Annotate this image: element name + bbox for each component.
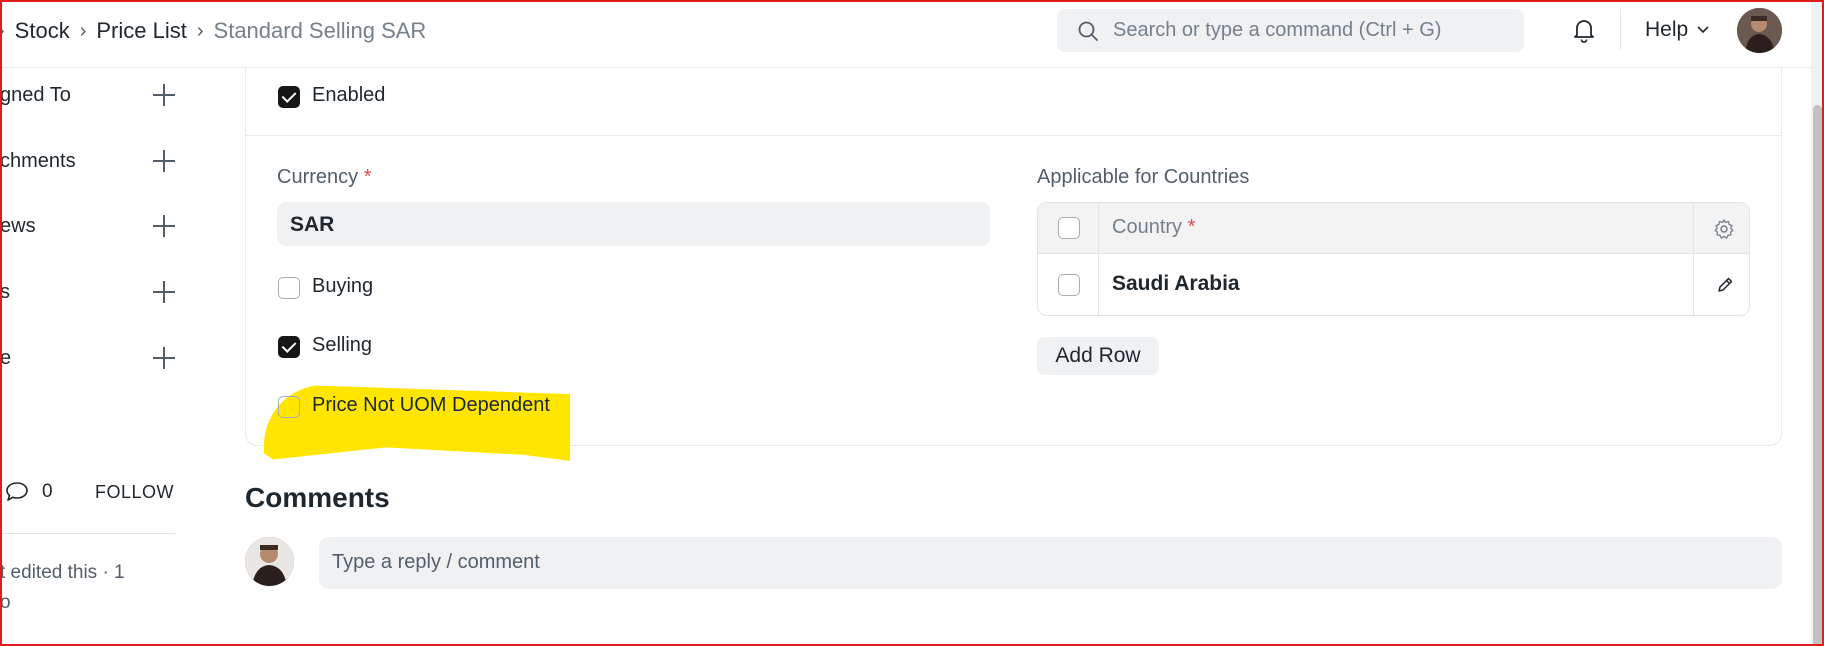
sidebar-item-share[interactable]: e — [0, 340, 175, 376]
select-all-checkbox[interactable] — [1058, 217, 1080, 239]
sidebar-item-attachments[interactable]: chments — [0, 143, 175, 179]
activity-line: t edited this · 1 — [0, 562, 125, 583]
edit-icon[interactable] — [1715, 275, 1735, 295]
column-divider — [1098, 203, 1099, 315]
buying-label: Buying — [312, 275, 374, 297]
sidebar-item-reviews[interactable]: ews — [0, 208, 175, 244]
activity-text: t edited this · 1 o — [0, 558, 175, 618]
search-input[interactable]: Search or type a command (Ctrl + G) — [1113, 19, 1441, 42]
search-bar[interactable]: Search or type a command (Ctrl + G) — [1057, 9, 1524, 52]
sidebar-item-label: e — [0, 346, 12, 369]
price-not-uom-dependent-label: Price Not UOM Dependent — [312, 394, 550, 416]
breadcrumb-current: Standard Selling SAR — [213, 18, 427, 43]
column-divider — [1693, 203, 1694, 315]
sidebar-divider — [0, 533, 175, 534]
plus-icon[interactable] — [153, 347, 175, 369]
user-avatar[interactable] — [1737, 8, 1782, 53]
plus-icon[interactable] — [153, 150, 175, 172]
scrollbar-thumb[interactable] — [1813, 105, 1822, 646]
sidebar-item-label: s — [0, 280, 10, 303]
sidebar-item-assigned-to[interactable]: gned To — [0, 77, 175, 113]
country-cell[interactable]: Saudi Arabia — [1112, 272, 1240, 296]
comment-avatar — [245, 537, 294, 586]
activity-line: o — [0, 592, 11, 613]
chevron-down-icon — [1697, 26, 1709, 34]
search-icon — [1078, 21, 1098, 41]
navbar: › Stock › Price List › Standard Selling … — [0, 0, 1824, 68]
sidebar: gned To chments ews s e 0 FOLLOW t edite… — [0, 68, 180, 646]
currency-field[interactable]: SAR — [277, 202, 990, 246]
section-divider — [245, 135, 1782, 136]
help-dropdown[interactable]: Help — [1645, 18, 1710, 42]
plus-icon[interactable] — [153, 215, 175, 237]
enabled-label: Enabled — [312, 84, 386, 106]
follow-button[interactable]: FOLLOW — [95, 482, 174, 503]
enabled-checkbox[interactable] — [278, 86, 300, 108]
sidebar-item-tags[interactable]: s — [0, 274, 175, 310]
required-mark: * — [1187, 216, 1196, 238]
sidebar-item-label: chments — [0, 149, 76, 172]
buying-checkbox[interactable] — [278, 277, 300, 299]
table-row[interactable]: Saudi Arabia — [1038, 255, 1749, 315]
chevron-right-icon: › — [79, 19, 87, 42]
countries-table: Country * Saudi Arabia — [1037, 202, 1750, 316]
selling-checkbox[interactable] — [278, 336, 300, 358]
add-row-button[interactable]: Add Row — [1037, 337, 1159, 375]
comments-heading: Comments — [245, 482, 390, 513]
row-checkbox[interactable] — [1058, 274, 1080, 296]
notification-bell-icon[interactable] — [1570, 16, 1598, 44]
sidebar-item-label: gned To — [0, 83, 71, 106]
breadcrumb-price-list[interactable]: Price List — [96, 18, 186, 44]
plus-icon[interactable] — [153, 281, 175, 303]
column-header-text: Country — [1112, 216, 1183, 238]
column-header-country: Country * — [1112, 216, 1195, 239]
plus-icon[interactable] — [153, 84, 175, 106]
comment-icon — [6, 482, 28, 501]
table-header: Country * — [1038, 203, 1749, 254]
selling-label: Selling — [312, 334, 373, 356]
gear-icon[interactable] — [1713, 218, 1735, 240]
breadcrumb-stock[interactable]: Stock — [15, 18, 70, 44]
price-not-uom-dependent-checkbox[interactable] — [278, 396, 300, 418]
chevron-right-icon: › — [0, 20, 5, 43]
currency-label-text: Currency — [277, 166, 359, 188]
comment-count: 0 — [42, 481, 53, 502]
breadcrumb: › Stock › Price List › Standard Selling … — [0, 18, 426, 44]
navbar-divider — [1620, 10, 1621, 50]
currency-label: Currency * — [277, 166, 372, 189]
countries-label: Applicable for Countries — [1037, 166, 1250, 188]
help-label: Help — [1645, 18, 1689, 41]
required-mark: * — [363, 166, 372, 188]
sidebar-item-label: ews — [0, 214, 36, 237]
chevron-right-icon: › — [196, 19, 204, 42]
comment-input[interactable]: Type a reply / comment — [319, 537, 1782, 589]
